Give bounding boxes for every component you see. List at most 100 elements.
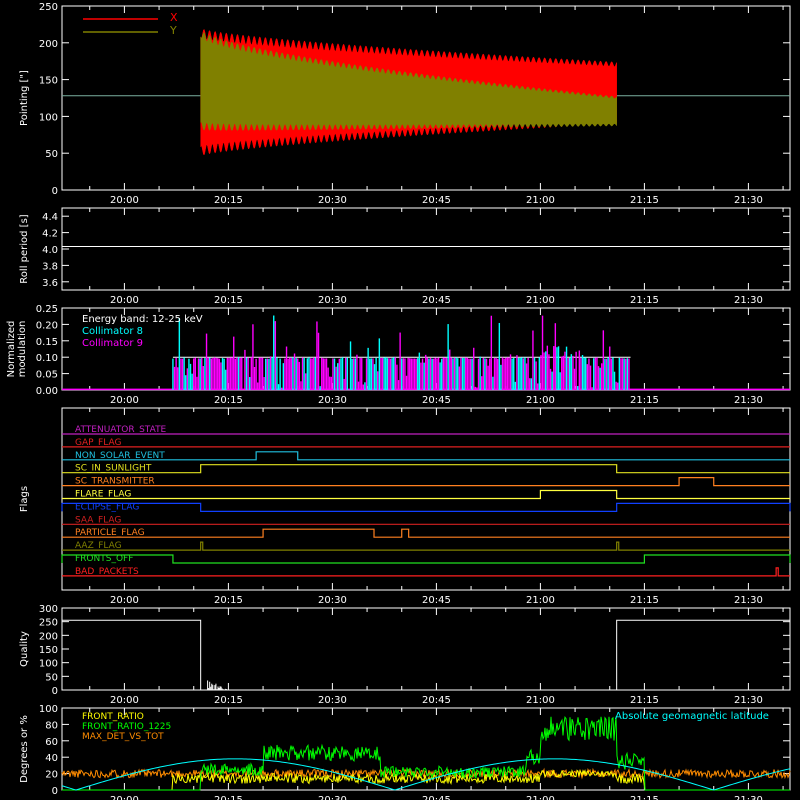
x-tick-label: 21:15	[630, 295, 659, 306]
y-tick-label: 0.20	[36, 320, 58, 331]
x-tick-label: 20:00	[110, 795, 139, 800]
y-tick-label: 50	[45, 672, 58, 683]
y-tick-label: 0.25	[36, 304, 58, 315]
y-tick-label: 100	[39, 659, 58, 670]
pointing-ylabel: Pointing ["]	[19, 70, 30, 126]
modulation-legend-label: Collimator 9	[82, 338, 143, 349]
flag-label: ECLIPSE_FLAG	[75, 502, 139, 512]
x-tick-label: 21:30	[734, 295, 763, 306]
x-tick-label: 21:15	[630, 795, 659, 800]
ratios-legend-label: MAX_DET_VS_TOT	[82, 732, 164, 742]
x-tick-label: 20:45	[422, 795, 451, 800]
x-tick-label: 20:45	[422, 695, 451, 706]
x-tick-label: 20:15	[214, 395, 243, 406]
y-tick-label: 200	[39, 39, 58, 50]
x-tick-label: 21:30	[734, 395, 763, 406]
y-tick-label: 250	[39, 618, 58, 629]
flag-label: BAD_PACKETS	[75, 567, 139, 577]
y-tick-label: 4.2	[42, 229, 58, 240]
x-tick-label: 20:30	[318, 695, 347, 706]
flag-label: ATTENUATOR_STATE	[75, 425, 167, 435]
ratios-legend-label: FRONT_RATIO	[82, 712, 144, 722]
y-tick-label: 4.0	[42, 245, 58, 256]
x-tick-label: 21:00	[526, 295, 555, 306]
flag-label: FLARE_FLAG	[75, 490, 131, 500]
x-tick-label: 21:30	[734, 195, 763, 206]
x-tick-label: 20:30	[318, 195, 347, 206]
x-tick-label: 21:30	[734, 795, 763, 800]
y-tick-label: 20	[45, 770, 58, 781]
quality-ylabel: Quality	[19, 631, 30, 667]
y-tick-label: 150	[39, 645, 58, 656]
y-tick-label: 60	[45, 737, 58, 748]
x-tick-label: 20:00	[110, 695, 139, 706]
y-tick-label: 150	[39, 76, 58, 87]
x-tick-label: 21:00	[526, 395, 555, 406]
x-tick-label: 21:30	[734, 595, 763, 606]
flag-label: FRONTS_OFF	[75, 554, 133, 564]
y-tick-label: 0.10	[36, 353, 58, 364]
flag-label: SC_TRANSMITTER	[75, 477, 155, 487]
y-tick-label: 0.05	[36, 370, 58, 381]
x-tick-label: 21:15	[630, 695, 659, 706]
flag-label: GAP_FLAG	[75, 438, 121, 448]
y-tick-label: 250	[39, 2, 58, 13]
modulation-ylabel: Normalized	[6, 321, 17, 378]
x-tick-label: 20:30	[318, 795, 347, 800]
flag-label: NON_SOLAR_EVENT	[75, 451, 165, 461]
figure: 20:00 20:15 20:30 20:45 21:00 21:15 21:30 0 50 10…	[0, 0, 800, 800]
ratios-ylabel: Degrees or %	[19, 715, 30, 783]
y-tick-label: 200	[39, 631, 58, 642]
x-tick-label: 20:15	[214, 795, 243, 800]
y-tick-label: 4.4	[42, 212, 58, 223]
y-tick-label: 50	[45, 149, 58, 160]
x-tick-label: 21:00	[526, 595, 555, 606]
y-tick-label: 40	[45, 753, 58, 764]
pointing-legend-label: Y	[169, 24, 177, 37]
y-tick-label: 3.6	[42, 278, 58, 289]
y-tick-label: 0.15	[36, 337, 58, 348]
x-tick-label: 21:15	[630, 595, 659, 606]
modulation-legend-label: Collimator 8	[82, 326, 143, 337]
x-tick-label: 21:15	[630, 195, 659, 206]
y-tick-label: 0	[52, 186, 58, 197]
modulation-ylabel: modulation	[17, 321, 28, 378]
x-tick-label: 20:30	[318, 295, 347, 306]
x-tick-label: 21:00	[526, 695, 555, 706]
x-tick-label: 21:00	[526, 795, 555, 800]
x-tick-label: 20:00	[110, 295, 139, 306]
x-tick-label: 21:30	[734, 695, 763, 706]
x-tick-label: 21:15	[630, 395, 659, 406]
x-tick-label: 20:30	[318, 395, 347, 406]
x-tick-label: 20:30	[318, 595, 347, 606]
x-tick-label: 20:15	[214, 295, 243, 306]
y-tick-label: 0.00	[36, 386, 58, 397]
x-tick-label: 21:00	[526, 195, 555, 206]
modulation-energy-band: Energy band: 12-25 keV	[82, 314, 203, 325]
roll-ylabel: Roll period [s]	[19, 214, 30, 283]
y-tick-label: 3.8	[42, 261, 58, 272]
flags-ylabel: Flags	[19, 486, 30, 512]
y-tick-label: 100	[39, 112, 58, 123]
x-tick-label: 20:45	[422, 595, 451, 606]
y-tick-label: 0	[52, 786, 58, 797]
x-tick-label: 20:00	[110, 195, 139, 206]
flag-label: SC_IN_SUNLIGHT	[75, 464, 152, 474]
x-tick-label: 20:15	[214, 195, 243, 206]
x-tick-label: 20:45	[422, 395, 451, 406]
y-tick-label: 300	[39, 604, 58, 615]
pointing-legend-label: X	[170, 11, 178, 24]
y-tick-label: 80	[45, 720, 58, 731]
y-tick-label: 0	[52, 686, 58, 697]
x-tick-label: 20:00	[110, 595, 139, 606]
flag-label: PARTICLE_FLAG	[75, 528, 145, 538]
ratios-legend-label: FRONT_RATIO_1225	[82, 722, 171, 732]
x-tick-label: 20:45	[422, 195, 451, 206]
x-tick-label: 20:45	[422, 295, 451, 306]
ratios-annotation: Absolute geomagnetic latitude	[615, 711, 769, 722]
y-tick-label: 100	[39, 704, 58, 715]
flag-label: SAA_FLAG	[75, 515, 121, 525]
x-tick-label: 20:00	[110, 395, 139, 406]
x-tick-label: 20:15	[214, 695, 243, 706]
flag-label: AAZ_FLAG	[75, 541, 122, 551]
